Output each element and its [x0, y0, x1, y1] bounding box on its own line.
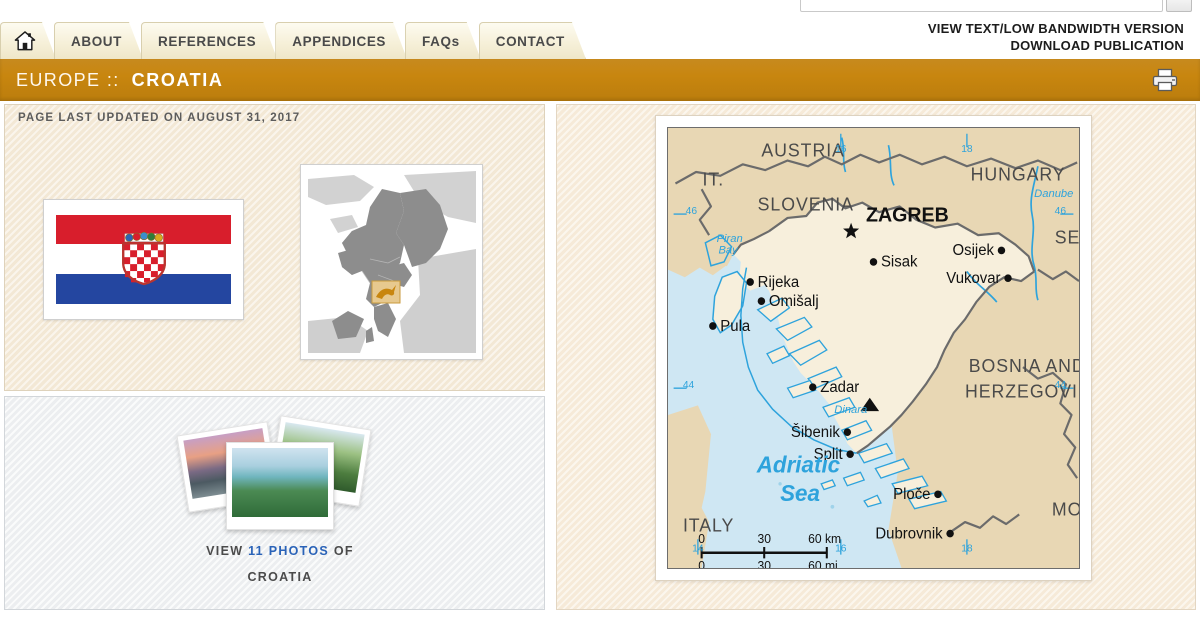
region-locator-map [300, 164, 483, 360]
city-marker [846, 450, 854, 458]
country-label: AUSTRIA [761, 141, 844, 161]
country-label: BOSNIA AND [969, 356, 1079, 376]
home-icon [14, 31, 36, 51]
photo-link-prefix: VIEW [206, 544, 244, 558]
nav-tab-label: ABOUT [71, 33, 122, 49]
country-label: SER. [1055, 228, 1079, 248]
graticule-label: 16 [835, 144, 847, 155]
search-input[interactable] [800, 0, 1163, 12]
city-label: Rijeka [758, 274, 800, 291]
city-marker [843, 428, 852, 436]
utility-links[interactable]: VIEW TEXT/LOW BANDWIDTH VERSION DOWNLOAD… [928, 20, 1184, 54]
graticule-label: 46 [686, 206, 698, 217]
photo-image-coast [232, 448, 328, 517]
last-updated-text: PAGE LAST UPDATED ON AUGUST 31, 2017 [18, 112, 301, 124]
city-marker [934, 490, 942, 499]
photo-link-suffix: OF [333, 544, 354, 558]
nav-tab-references[interactable]: REFERENCES [141, 22, 277, 59]
country-label: ITALY [683, 515, 734, 535]
city-label: Pula [720, 318, 750, 335]
water-feature-label: Adriatic [756, 451, 841, 477]
city-marker [946, 529, 954, 538]
city-label: Sisak [881, 254, 918, 271]
capital-label: ZAGREB [866, 205, 949, 227]
map-canvas: AUSTRIAHUNGARYSLOVENIAIT.SER.BOSNIA ANDH… [667, 127, 1080, 569]
photo-gallery-link[interactable]: VIEW 11 PHOTOS OF CROATIA [140, 538, 420, 590]
nav-tab-label: REFERENCES [158, 33, 257, 49]
nav-tab-label: CONTACT [495, 33, 565, 49]
city-label: Omišalj [769, 293, 819, 310]
graticule-label: 44 [683, 380, 695, 391]
water-feature-label: Piran [717, 233, 743, 245]
city-label: Vukovar [946, 270, 1000, 287]
text-version-link[interactable]: VIEW TEXT/LOW BANDWIDTH VERSION [928, 20, 1184, 37]
country-label: MONT. [1052, 499, 1079, 519]
scale-label: 60 km [808, 532, 841, 546]
download-publication-link[interactable]: DOWNLOAD PUBLICATION [928, 37, 1184, 54]
scale-label: 60 mi [808, 559, 838, 568]
coat-of-arms-icon [121, 231, 166, 285]
nav-tab-contact[interactable]: CONTACT [479, 22, 586, 59]
city-marker [869, 258, 878, 266]
photo-count[interactable]: 11 PHOTOS [248, 544, 329, 558]
nav-tab-about[interactable]: ABOUT [54, 22, 143, 59]
breadcrumb-region[interactable]: EUROPE :: [16, 70, 120, 90]
country-label: IT. [703, 169, 725, 189]
nav-tab-label: APPENDICES [292, 33, 387, 49]
nav-tab-label: FAQs [422, 33, 460, 49]
country-label: HUNGARY [971, 164, 1066, 184]
graticule-label: 18 [961, 544, 973, 555]
city-marker [809, 383, 817, 392]
breadcrumb: EUROPE :: CROATIA [16, 70, 223, 91]
breadcrumb-bar: EUROPE :: CROATIA [0, 59, 1200, 101]
printer-icon [1152, 68, 1178, 92]
print-button[interactable] [1152, 68, 1178, 92]
water-feature-label: Danube [1034, 188, 1073, 200]
site-search[interactable] [800, 0, 1192, 12]
nav-tab-faqs[interactable]: FAQs [405, 22, 481, 59]
water-feature-label: Bay [718, 244, 739, 256]
country-label: SLOVENIA [758, 194, 854, 214]
search-submit-button[interactable] [1166, 0, 1192, 12]
city-label: Osijek [953, 242, 995, 259]
city-label: Zadar [820, 379, 859, 396]
scale-label: 30 [757, 532, 771, 546]
city-label: Šibenik [791, 424, 840, 441]
city-label: Ploče [893, 486, 930, 503]
city-marker [757, 297, 766, 305]
photo-link-subject: CROATIA [247, 570, 313, 584]
graticule-label: 46 [1055, 206, 1067, 217]
water-feature-label: Sea [780, 480, 820, 506]
photo-thumbnail[interactable] [226, 442, 334, 530]
city-label: Dubrovnik [875, 525, 943, 542]
water-feature-label: Dinara [834, 404, 867, 416]
country-flag [43, 199, 244, 320]
country-page: ABOUT REFERENCES APPENDICES FAQs CONTACT… [0, 0, 1200, 622]
nav-tab-appendices[interactable]: APPENDICES [275, 22, 407, 59]
nav-home-tab[interactable] [0, 22, 56, 59]
city-marker [746, 278, 754, 286]
city-marker [709, 322, 717, 330]
main-navigation[interactable]: ABOUT REFERENCES APPENDICES FAQs CONTACT [0, 14, 780, 59]
photo-stack[interactable] [176, 415, 378, 530]
scale-label: 30 [757, 559, 771, 568]
country-map[interactable]: AUSTRIAHUNGARYSLOVENIAIT.SER.BOSNIA ANDH… [655, 115, 1092, 581]
scale-label: 0 [698, 532, 705, 546]
city-marker [1004, 274, 1012, 282]
graticule-label: 18 [961, 144, 973, 155]
graticule-label: 44 [1055, 380, 1067, 391]
croatia-map-graphic: AUSTRIAHUNGARYSLOVENIAIT.SER.BOSNIA ANDH… [668, 128, 1079, 568]
scale-label: 0 [698, 559, 705, 568]
europe-locator-graphic [307, 171, 476, 353]
breadcrumb-country: CROATIA [131, 69, 224, 90]
city-marker [997, 246, 1006, 255]
flag-graphic [56, 214, 231, 305]
